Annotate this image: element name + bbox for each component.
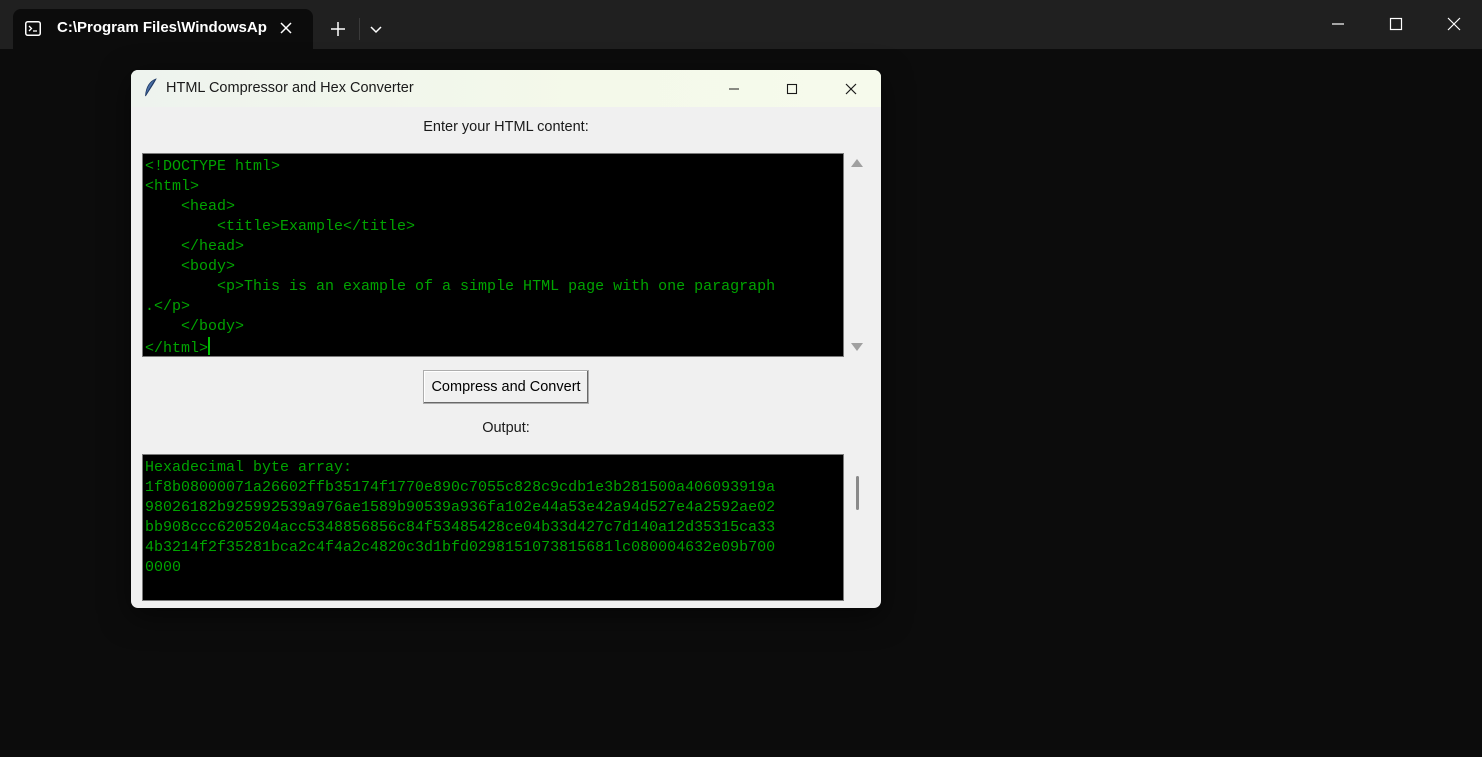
minimize-icon[interactable] bbox=[724, 79, 744, 99]
terminal-tab-bar: C:\Program Files\WindowsAp bbox=[0, 0, 1482, 49]
input-line: <body> bbox=[145, 258, 236, 275]
feather-icon bbox=[143, 78, 159, 98]
scrollbar-thumb[interactable] bbox=[856, 476, 859, 510]
input-line: <head> bbox=[145, 198, 236, 215]
input-line: <p>This is an example of a simple HTML p… bbox=[145, 278, 776, 295]
input-line: <!DOCTYPE html> bbox=[145, 158, 281, 175]
app-title-bar[interactable]: HTML Compressor and Hex Converter bbox=[131, 70, 881, 107]
html-input-textarea[interactable]: <!DOCTYPE html> <html> <head> <title>Exa… bbox=[142, 153, 844, 357]
chevron-down-icon[interactable] bbox=[366, 19, 386, 39]
input-line: <title>Example</title> bbox=[145, 218, 416, 235]
close-icon[interactable] bbox=[276, 18, 296, 38]
maximize-icon[interactable] bbox=[782, 79, 802, 99]
compress-and-convert-button[interactable]: Compress and Convert bbox=[423, 370, 589, 404]
input-line: </html> bbox=[145, 340, 209, 357]
output-line: bb908ccc6205204acc5348856856c84f53485428… bbox=[145, 519, 776, 536]
maximize-icon[interactable] bbox=[1384, 12, 1408, 36]
text-caret bbox=[208, 337, 211, 355]
output-line: 0000 bbox=[145, 559, 182, 576]
input-scrollbar[interactable] bbox=[847, 155, 867, 355]
scroll-down-icon[interactable] bbox=[851, 343, 863, 351]
input-line: </head> bbox=[145, 238, 245, 255]
plus-icon[interactable] bbox=[328, 19, 348, 39]
close-icon[interactable] bbox=[841, 79, 861, 99]
terminal-window: C:\Program Files\WindowsAp HTML Compress… bbox=[0, 0, 1482, 757]
output-scrollbar[interactable] bbox=[847, 456, 867, 601]
output-line: 98026182b925992539a976ae1589b90539a936fa… bbox=[145, 499, 776, 516]
terminal-tab[interactable]: C:\Program Files\WindowsAp bbox=[13, 9, 313, 49]
output-line: 4b3214f2f35281bca2c4f4a2c4820c3d1bfd0298… bbox=[145, 539, 776, 556]
scroll-up-icon[interactable] bbox=[851, 159, 863, 167]
output-line: Hexadecimal byte array: bbox=[145, 459, 353, 476]
minimize-icon[interactable] bbox=[1326, 12, 1350, 36]
terminal-icon bbox=[25, 21, 41, 36]
tab-title: C:\Program Files\WindowsAp bbox=[57, 19, 267, 36]
input-line: <html> bbox=[145, 178, 200, 195]
app-window: HTML Compressor and Hex Converter Enter … bbox=[131, 70, 881, 608]
input-line: </body> bbox=[145, 318, 245, 335]
input-line: .</p> bbox=[145, 298, 191, 315]
app-title: HTML Compressor and Hex Converter bbox=[166, 80, 414, 96]
close-icon[interactable] bbox=[1442, 12, 1466, 36]
input-label: Enter your HTML content: bbox=[423, 119, 589, 135]
output-textarea[interactable]: Hexadecimal byte array: 1f8b08000071a266… bbox=[142, 454, 844, 601]
output-label: Output: bbox=[482, 420, 530, 436]
output-line: 1f8b08000071a26602ffb35174f1770e890c7055… bbox=[145, 479, 776, 496]
tab-divider bbox=[359, 18, 360, 40]
